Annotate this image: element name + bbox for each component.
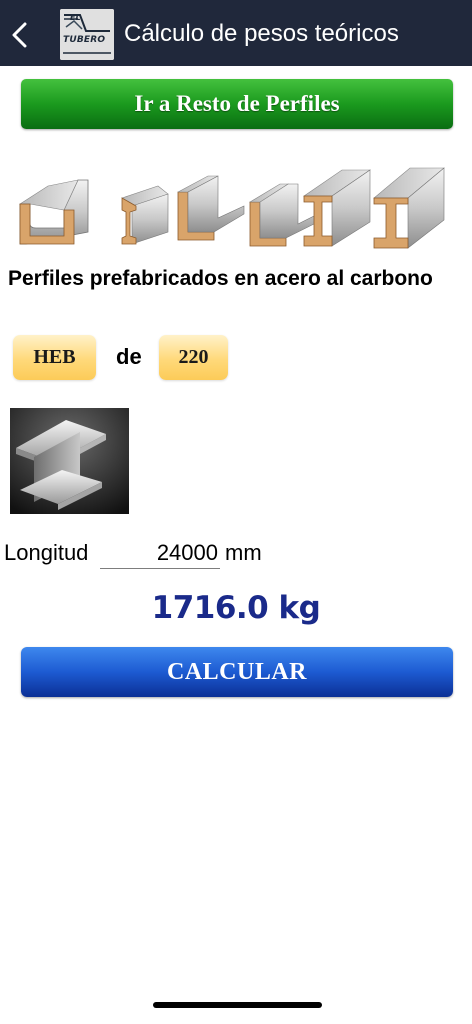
page-title: Cálculo de pesos teóricos <box>124 20 399 47</box>
h-beam-photo <box>10 408 129 514</box>
length-input[interactable] <box>100 537 220 569</box>
logo-prefix: EL <box>70 13 81 22</box>
nav-header: EL TUBERO Cálculo de pesos teóricos <box>0 0 472 66</box>
connector-label: de <box>116 344 142 369</box>
back-button[interactable] <box>2 13 38 57</box>
logo-text: TUBERO <box>63 35 106 45</box>
go-to-other-profiles-button[interactable]: Ir a Resto de Perfiles <box>21 79 453 129</box>
length-unit: mm <box>225 540 262 565</box>
steel-profiles-illustration <box>18 167 445 249</box>
app-logo: EL TUBERO <box>60 9 114 60</box>
length-label: Longitud <box>4 540 89 565</box>
calculate-button[interactable]: CALCULAR <box>21 647 453 697</box>
profile-type-selector[interactable]: HEB <box>13 335 96 380</box>
app-screen: EL TUBERO Cálculo de pesos teóricos Ir a… <box>0 0 472 1024</box>
chevron-left-icon <box>12 22 27 48</box>
profile-size-selector[interactable]: 220 <box>159 335 228 380</box>
weight-result: 1716.0 kg <box>151 590 321 626</box>
home-indicator <box>153 1002 322 1008</box>
section-subtitle: Perfiles prefabricados en acero al carbo… <box>8 267 433 290</box>
